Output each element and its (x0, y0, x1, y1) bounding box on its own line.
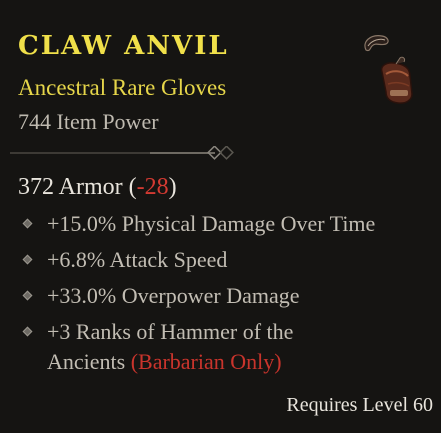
section-divider (10, 145, 235, 160)
armor-stat: 372 Armor (-28) (18, 172, 177, 202)
affix-text: +6.8% Attack Speed (47, 247, 228, 272)
diamond-bullet-icon (22, 218, 33, 229)
affix-text: +3 Ranks of Hammer of the (47, 319, 294, 344)
armor-close-paren: ) (168, 174, 177, 200)
level-requirement: Requires Level 60 (286, 394, 433, 416)
armor-open-paren: ( (122, 174, 137, 200)
item-type: Ancestral Rare Gloves (18, 75, 227, 100)
item-tooltip: CLAW ANVIL Ancestral Rare Gloves 744 Ite… (0, 0, 441, 433)
affix-continuation-text: Ancients (47, 349, 126, 374)
diamond-bullet-icon (22, 326, 33, 337)
class-restriction: (Barbarian Only) (130, 349, 282, 374)
affix-text: +33.0% Overpower Damage (47, 283, 300, 308)
armor-delta: -28 (136, 174, 169, 200)
diamond-bullet-icon (22, 290, 33, 301)
armor-value: 372 Armor (18, 174, 123, 200)
diamond-bullet-icon (22, 254, 33, 265)
gloves-icon (352, 28, 424, 108)
affix-continuation: Ancients (Barbarian Only) (47, 347, 282, 377)
item-name: CLAW ANVIL (18, 31, 229, 61)
item-power: 744 Item Power (18, 109, 159, 134)
affix-text: +15.0% Physical Damage Over Time (47, 211, 376, 236)
